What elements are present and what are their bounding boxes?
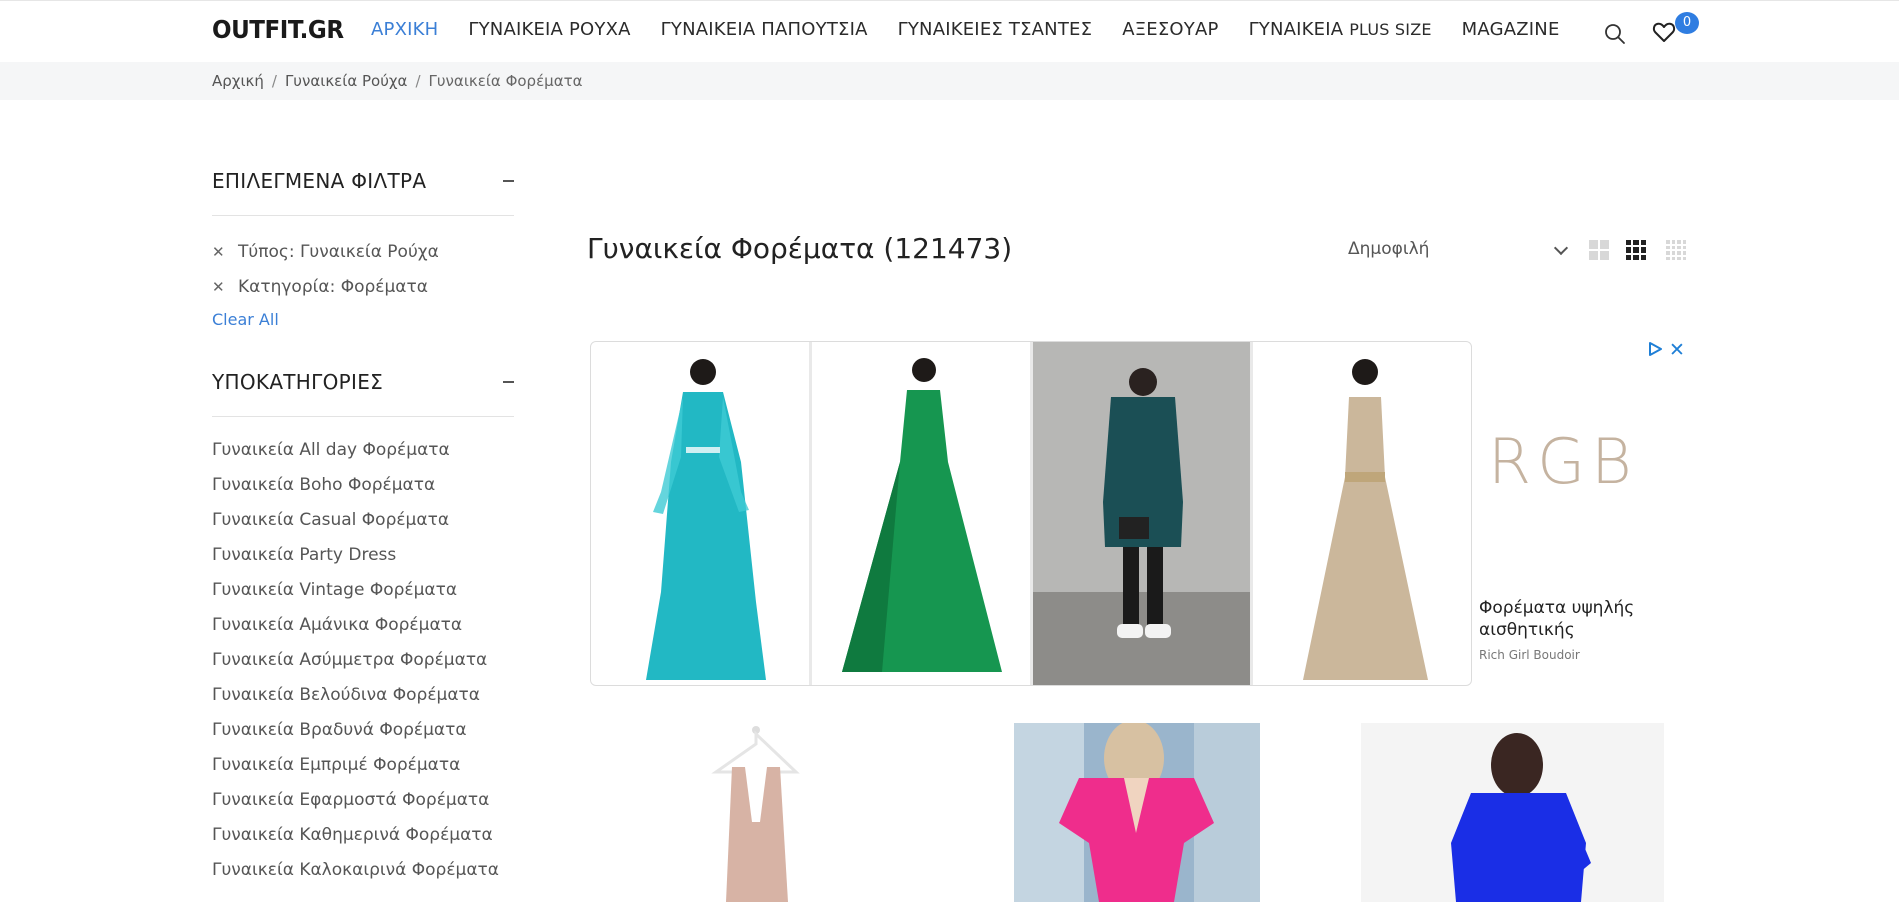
collapse-icon[interactable]: [503, 180, 514, 182]
active-filter-label: Κατηγορία: Φορέματα: [238, 276, 428, 297]
sort-dropdown[interactable]: Δημοφιλή: [1348, 239, 1569, 263]
active-filter[interactable]: ✕ Κατηγορία: Φορέματα: [212, 269, 514, 304]
main-nav: ΑΡΧΙΚΗ ΓΥΝΑΙΚΕΙΑ ΡΟΥΧΑ ΓΥΝΑΙΚΕΙΑ ΠΑΠΟΥΤΣ…: [371, 19, 1590, 40]
nav-plus-size-suffix: PLUS SIZE: [1349, 20, 1432, 39]
breadcrumb-current: Γυναικεία Φορέματα: [428, 72, 583, 90]
breadcrumb-bar: Αρχική / Γυναικεία Ρούχα / Γυναικεία Φορέματ…: [0, 62, 1899, 100]
nav-plus-size[interactable]: ΓΥΝΑΙΚΕΙΑ PLUS SIZE: [1249, 19, 1432, 40]
ad-product-image[interactable]: [591, 342, 809, 685]
close-ad-icon[interactable]: ✕: [1669, 339, 1685, 361]
search-icon[interactable]: [1604, 23, 1626, 45]
nav-women-clothing[interactable]: ΓΥΝΑΙΚΕΙΑ ΡΟΥΧΑ: [468, 19, 630, 40]
breadcrumb-home[interactable]: Αρχική: [212, 72, 264, 90]
active-filter[interactable]: ✕ Τύπος: Γυναικεία Ρούχα: [212, 234, 514, 269]
nav-home[interactable]: ΑΡΧΙΚΗ: [371, 19, 438, 40]
sponsored-ad[interactable]: RGB Φορέματα υψηλής αισθητικής Rich Girl…: [590, 339, 1685, 686]
breadcrumb-women-clothing[interactable]: Γυναικεία Ρούχα: [285, 72, 408, 90]
collapse-icon[interactable]: [503, 381, 514, 383]
site-logo[interactable]: OUTFIT.GR: [212, 15, 344, 44]
breadcrumb-separator: /: [415, 72, 421, 90]
chevron-down-icon: [1553, 240, 1569, 256]
subcategory-link[interactable]: Γυναικεία Εμπριμέ Φορέματα: [212, 748, 514, 783]
subcategories-list: Γυναικεία All day Φορέματα Γυναικεία Boh…: [212, 417, 514, 888]
nav-plus-size-prefix: ΓΥΝΑΙΚΕΙΑ: [1248, 19, 1344, 40]
subcategory-link[interactable]: Γυναικεία Καθημερινά Φορέματα: [212, 818, 514, 853]
selected-filters-list: ✕ Τύπος: Γυναικεία Ρούχα ✕ Κατηγορία: Φορέ…: [212, 216, 514, 330]
selected-filters-header[interactable]: ΕΠΙΛΕΓΜΕΝΑ ΦΙΛΤΡΑ: [212, 166, 514, 216]
adchoices-icon[interactable]: [1647, 341, 1663, 357]
subcategory-link[interactable]: Γυναικεία Βελούδινα Φορέματα: [212, 678, 514, 713]
subcategory-link[interactable]: Γυναικεία Βραδυνά Φορέματα: [212, 713, 514, 748]
subcategory-link[interactable]: Γυναικεία Boho Φορέματα: [212, 468, 514, 503]
page-title: Γυναικεία Φορέματα (121473): [587, 232, 1013, 265]
remove-filter-icon[interactable]: ✕: [212, 278, 238, 296]
product-image[interactable]: [1361, 723, 1664, 902]
nav-accessories[interactable]: ΑΞΕΣΟΥΑΡ: [1122, 19, 1218, 40]
ad-product-image[interactable]: [811, 342, 1030, 685]
ad-headline[interactable]: Φορέματα υψηλής αισθητικής: [1479, 597, 1679, 641]
grid-4-view-icon[interactable]: [1666, 240, 1686, 260]
product-image[interactable]: [700, 722, 812, 902]
clear-all-link[interactable]: Clear All: [212, 310, 514, 329]
wishlist-count-badge: 0: [1675, 12, 1699, 34]
subcategory-link[interactable]: Γυναικεία Αμάνικα Φορέματα: [212, 608, 514, 643]
nav-women-shoes[interactable]: ΓΥΝΑΙΚΕΙΑ ΠΑΠΟΥΤΣΙΑ: [661, 19, 868, 40]
subcategories-header[interactable]: ΥΠΟΚΑΤΗΓΟΡΙΕΣ: [212, 367, 514, 417]
breadcrumb: Αρχική / Γυναικεία Ρούχα / Γυναικεία Φορέματ…: [212, 72, 583, 90]
subcategory-link[interactable]: Γυναικεία All day Φορέματα: [212, 433, 514, 468]
subcategory-link[interactable]: Γυναικεία Καλοκαιρινά Φορέματα: [212, 853, 514, 888]
heart-icon[interactable]: [1652, 21, 1676, 43]
subcategories-title: ΥΠΟΚΑΤΗΓΟΡΙΕΣ: [212, 370, 384, 394]
ad-advertiser[interactable]: Rich Girl Boudoir: [1479, 648, 1580, 662]
subcategory-link[interactable]: Γυναικεία Vintage Φορέματα: [212, 573, 514, 608]
remove-filter-icon[interactable]: ✕: [212, 243, 238, 261]
sort-selected-value: Δημοφιλή: [1348, 239, 1430, 259]
product-image[interactable]: [1014, 723, 1260, 902]
breadcrumb-separator: /: [271, 72, 277, 90]
subcategory-link[interactable]: Γυναικεία Εφαρμοστά Φορέματα: [212, 783, 514, 818]
subcategory-link[interactable]: Γυναικεία Casual Φορέματα: [212, 503, 514, 538]
nav-magazine[interactable]: MAGAZINE: [1462, 19, 1560, 40]
ad-product-strip: [590, 341, 1472, 686]
grid-3-view-icon[interactable]: [1626, 240, 1646, 260]
ad-product-image[interactable]: [1253, 342, 1471, 685]
active-filter-label: Τύπος: Γυναικεία Ρούχα: [238, 241, 439, 262]
nav-women-bags[interactable]: ΓΥΝΑΙΚΕΙΕΣ ΤΣΑΝΤΕΣ: [898, 19, 1093, 40]
selected-filters-title: ΕΠΙΛΕΓΜΕΝΑ ΦΙΛΤΡΑ: [212, 169, 427, 193]
ad-product-image[interactable]: [1032, 342, 1251, 685]
ad-brand-logo[interactable]: RGB: [1488, 425, 1638, 498]
site-header: OUTFIT.GR ΑΡΧΙΚΗ ΓΥΝΑΙΚΕΙΑ ΡΟΥΧΑ ΓΥΝΑΙΚΕ…: [0, 1, 1899, 62]
filter-sidebar: ΕΠΙΛΕΓΜΕΝΑ ΦΙΛΤΡΑ ✕ Τύπος: Γυναικεία Ρούχ…: [212, 166, 514, 888]
grid-2-view-icon[interactable]: [1589, 240, 1609, 260]
subcategory-link[interactable]: Γυναικεία Party Dress: [212, 538, 514, 573]
subcategory-link[interactable]: Γυναικεία Ασύμμετρα Φορέματα: [212, 643, 514, 678]
